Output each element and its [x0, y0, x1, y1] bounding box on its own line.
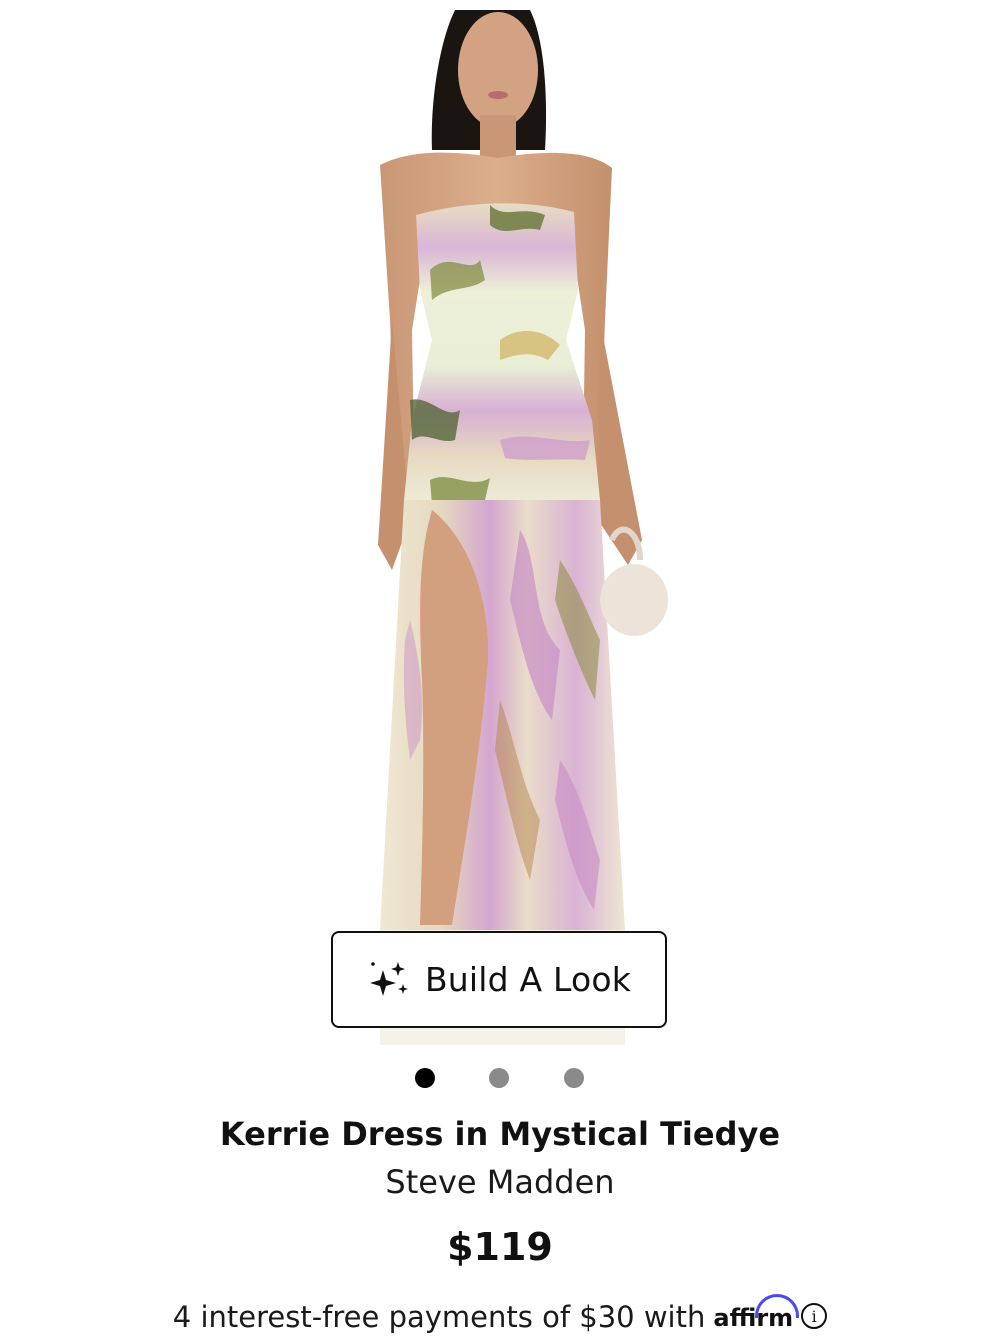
- product-price: $119: [447, 1225, 553, 1269]
- dress-model-illustration: [378, 10, 668, 1045]
- info-icon[interactable]: i: [801, 1303, 828, 1329]
- product-brand-link[interactable]: Steve Madden: [0, 1163, 1000, 1201]
- carousel-dots: [0, 1066, 1000, 1090]
- product-image[interactable]: [0, 0, 1000, 1045]
- info-icon-glyph: i: [811, 1306, 817, 1326]
- affirm-logo: affirm: [713, 1294, 800, 1332]
- build-a-look-label: Build A Look: [424, 960, 632, 999]
- financing-text: 4 interest-free payments of $30 with: [172, 1300, 706, 1334]
- financing-row: 4 interest-free payments of $30 with aff…: [0, 1294, 1000, 1340]
- sparkles-icon: [369, 961, 408, 996]
- product-title: Kerrie Dress in Mystical Tiedye: [219, 1115, 781, 1153]
- carousel-dot-3[interactable]: [564, 1068, 584, 1088]
- carousel-dot-2[interactable]: [489, 1068, 509, 1088]
- build-a-look-button[interactable]: Build A Look: [331, 931, 667, 1028]
- affirm-arc-icon: [755, 1294, 800, 1318]
- carousel-dot-1[interactable]: [415, 1068, 435, 1088]
